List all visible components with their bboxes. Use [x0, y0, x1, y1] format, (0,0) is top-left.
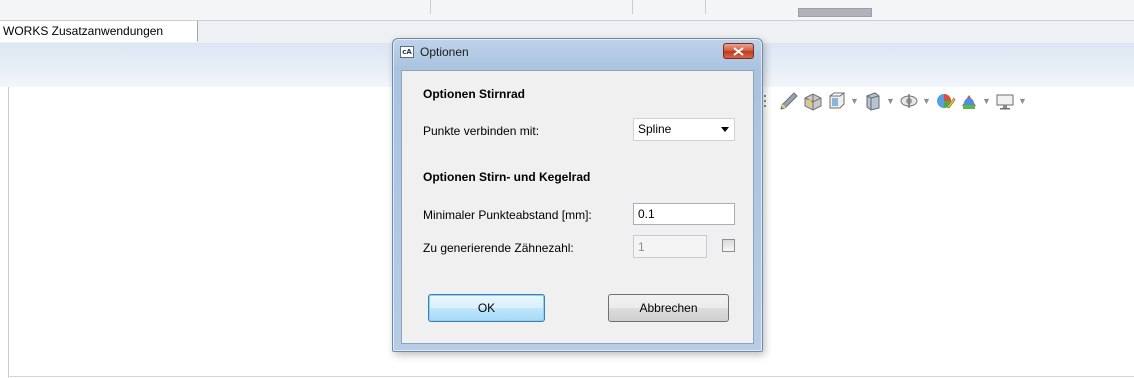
chevron-down-icon[interactable]: ▼: [886, 96, 895, 106]
section-heading-stirn-kegelrad: Optionen Stirn- und Kegelrad: [423, 170, 591, 184]
options-dialog: cA Optionen Optionen Stirnrad Punkte ver…: [392, 38, 763, 352]
close-icon: [733, 47, 744, 56]
scrollbar-thumb[interactable]: [798, 8, 872, 17]
view-settings-icon[interactable]: [994, 90, 1016, 112]
close-button[interactable]: [723, 43, 754, 59]
divider: [632, 0, 633, 14]
abstand-label: Minimaler Punkteabstand [mm]:: [423, 208, 592, 222]
edit-appearance-icon[interactable]: [934, 90, 956, 112]
dialog-body: Optionen Stirnrad Punkte verbinden mit: …: [401, 70, 754, 344]
hide-show-icon[interactable]: [898, 90, 920, 112]
chevron-down-icon[interactable]: ▼: [982, 96, 991, 106]
dialog-title: Optionen: [420, 45, 469, 59]
divider: [8, 87, 9, 378]
punkte-label: Punkte verbinden mit:: [423, 124, 540, 138]
divider: [705, 0, 706, 14]
chevron-down-icon[interactable]: ▼: [922, 96, 931, 106]
ok-button[interactable]: OK: [428, 294, 545, 322]
chevron-down-icon: [721, 127, 729, 132]
view-orientation-icon[interactable]: [826, 90, 848, 112]
apply-scene-icon[interactable]: [958, 90, 980, 112]
tab-zusatzanwendungen[interactable]: WORKS Zusatzanwendungen: [0, 21, 198, 42]
top-strip: [0, 0, 1134, 21]
zahnezahl-checkbox[interactable]: [722, 239, 735, 252]
section-view-icon[interactable]: [802, 90, 824, 112]
divider: [430, 0, 431, 14]
chevron-down-icon[interactable]: ▼: [1018, 96, 1027, 106]
zahnezahl-label: Zu generierende Zähnezahl:: [423, 241, 574, 255]
section-heading-stirnrad: Optionen Stirnrad: [423, 87, 525, 101]
chevron-down-icon[interactable]: ▼: [850, 96, 859, 106]
punkteabstand-input[interactable]: [633, 203, 735, 225]
display-style-icon[interactable]: [862, 90, 884, 112]
pencil-sketch-icon[interactable]: [778, 90, 800, 112]
select-value: Spline: [638, 122, 672, 136]
zahnezahl-input[interactable]: [633, 235, 707, 258]
app-icon: cA: [400, 46, 414, 58]
cancel-button[interactable]: Abbrechen: [608, 294, 729, 322]
divider: [8, 376, 1134, 377]
punkte-verbinden-select[interactable]: Spline: [633, 118, 735, 141]
